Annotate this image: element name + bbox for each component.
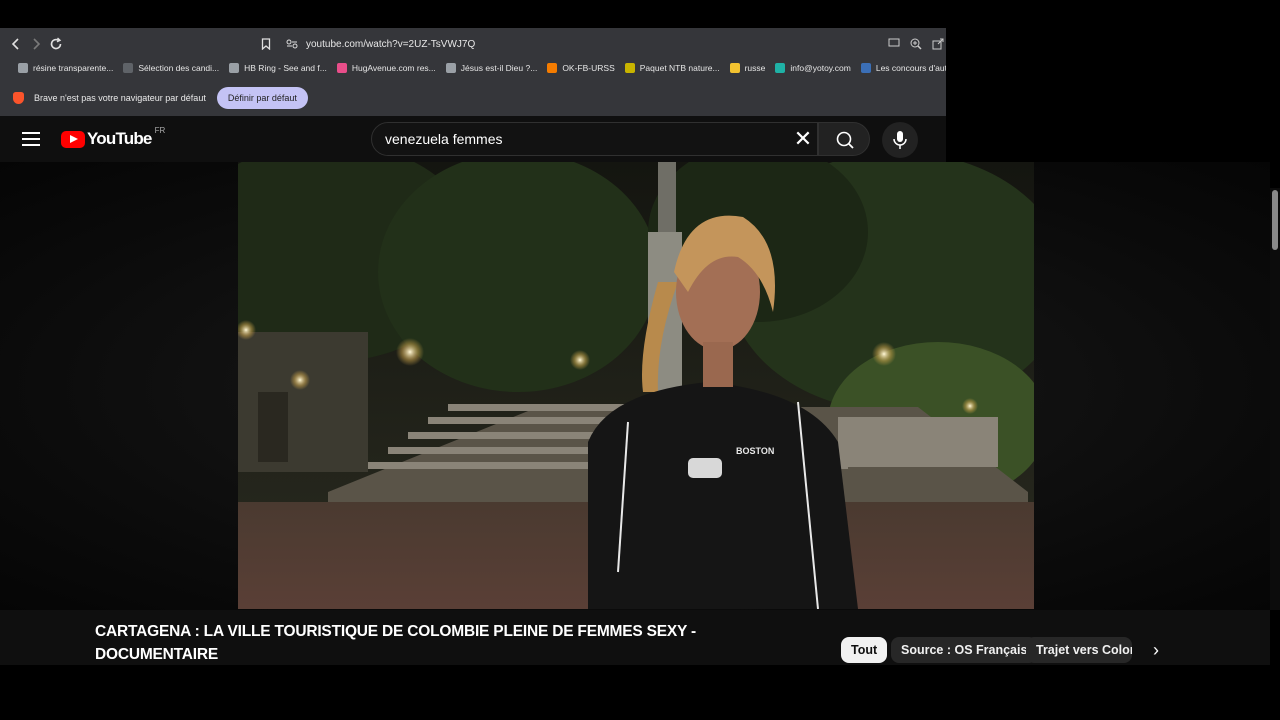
- bookmark-item[interactable]: Paquet NTB nature...: [624, 63, 720, 73]
- address-bar[interactable]: youtube.com/watch?v=2UZ-TsVWJ7Q: [280, 34, 946, 54]
- bookmark-item[interactable]: HB Ring - See and f...: [229, 63, 327, 73]
- search-input[interactable]: venezuela femmes: [371, 122, 818, 156]
- bookmark-label: Paquet NTB nature...: [639, 63, 720, 73]
- chevron-left-icon: [11, 38, 19, 50]
- back-button[interactable]: [6, 34, 26, 54]
- menu-icon[interactable]: [22, 132, 40, 146]
- scrollbar-thumb[interactable]: [1272, 190, 1278, 250]
- bookmark-favicon-icon: [860, 63, 871, 73]
- youtube-logo-text: YouTube: [87, 129, 152, 148]
- bookmark-item[interactable]: info@yotoy.com: [775, 63, 851, 73]
- video-frame: BOSTON: [238, 162, 1034, 609]
- search-button[interactable]: [818, 122, 870, 156]
- reload-button[interactable]: [46, 34, 66, 54]
- bookmark-item[interactable]: Jésus est-il Dieu ?...: [445, 63, 538, 73]
- bookmark-label: Sélection des candi...: [138, 63, 220, 73]
- scrollbar-track[interactable]: [1270, 188, 1280, 610]
- bookmark-favicon-icon: [729, 63, 740, 73]
- brave-logo-icon: [13, 92, 24, 104]
- bookmark-favicon-icon: [336, 63, 347, 73]
- forward-button[interactable]: [26, 34, 46, 54]
- search-query[interactable]: venezuela femmes: [385, 131, 503, 147]
- bookmark-label: Les concours d'aute...: [875, 63, 946, 73]
- cast-icon[interactable]: [888, 38, 900, 48]
- voice-search-button[interactable]: [882, 122, 918, 158]
- youtube-play-icon: [61, 130, 85, 148]
- bookmark-item[interactable]: russe: [729, 63, 766, 73]
- bookmark-button[interactable]: [256, 34, 276, 54]
- bookmark-label: résine transparente...: [33, 63, 114, 73]
- bookmark-label: HugAvenue.com res...: [351, 63, 436, 73]
- bookmark-label: HB Ring - See and f...: [244, 63, 327, 73]
- chip-tout[interactable]: Tout: [841, 637, 888, 663]
- bookmark-favicon-icon: [229, 63, 240, 73]
- infobar-message: Brave n'est pas votre navigateur par déf…: [34, 93, 206, 103]
- default-browser-infobar: Brave n'est pas votre navigateur par déf…: [0, 84, 946, 112]
- bookmark-item[interactable]: Sélection des candi...: [123, 63, 219, 73]
- clear-search-icon[interactable]: ✕: [792, 128, 814, 150]
- bookmark-list: résine transparente... Sélection des cand…: [8, 63, 946, 73]
- zoom-icon[interactable]: [910, 38, 922, 50]
- shirt-text: BOSTON: [736, 446, 774, 456]
- chips-next-icon[interactable]: ›: [1146, 639, 1166, 661]
- bookmark-item[interactable]: OK-FB-URSS: [547, 63, 615, 73]
- bookmark-favicon-icon: [624, 63, 635, 73]
- site-settings-icon[interactable]: [286, 39, 298, 49]
- bookmark-label: info@yotoy.com: [790, 63, 851, 73]
- bookmark-favicon-icon: [123, 63, 134, 73]
- bookmarks-bar: résine transparente... Sélection des cand…: [0, 58, 946, 78]
- video-title: CARTAGENA : LA VILLE TOURISTIQUE DE COLO…: [95, 623, 696, 663]
- bookmark-item[interactable]: Les concours d'aute...: [860, 63, 946, 73]
- chip-source[interactable]: Source : OS Français: [891, 637, 1038, 663]
- bookmark-favicon-icon: [547, 63, 558, 73]
- region-code: FR: [154, 125, 166, 135]
- search-icon: [836, 131, 854, 149]
- youtube-logo[interactable]: YouTube FR: [61, 125, 166, 149]
- chevron-right-icon: [33, 38, 41, 50]
- bookmark-item[interactable]: HugAvenue.com res...: [336, 63, 436, 73]
- bookmark-favicon-icon: [18, 63, 28, 73]
- bookmark-label: OK-FB-URSS: [562, 63, 615, 73]
- set-default-button[interactable]: Définir par défaut: [216, 87, 308, 109]
- microphone-icon: [893, 131, 907, 149]
- bookmark-icon: [261, 38, 271, 50]
- bookmark-favicon-icon: [775, 63, 786, 73]
- reload-icon: [50, 37, 62, 50]
- share-icon[interactable]: [932, 38, 944, 50]
- video-player[interactable]: BOSTON: [238, 162, 1034, 609]
- bookmark-label: russe: [744, 63, 766, 73]
- bookmark-label: Jésus est-il Dieu ?...: [460, 63, 538, 73]
- bookmark-favicon-icon: [445, 63, 456, 73]
- bookmark-item[interactable]: résine transparente...: [18, 63, 113, 73]
- chip-trajet[interactable]: Trajet vers Colombie: [1026, 637, 1132, 663]
- url-text[interactable]: youtube.com/watch?v=2UZ-TsVWJ7Q: [306, 39, 475, 50]
